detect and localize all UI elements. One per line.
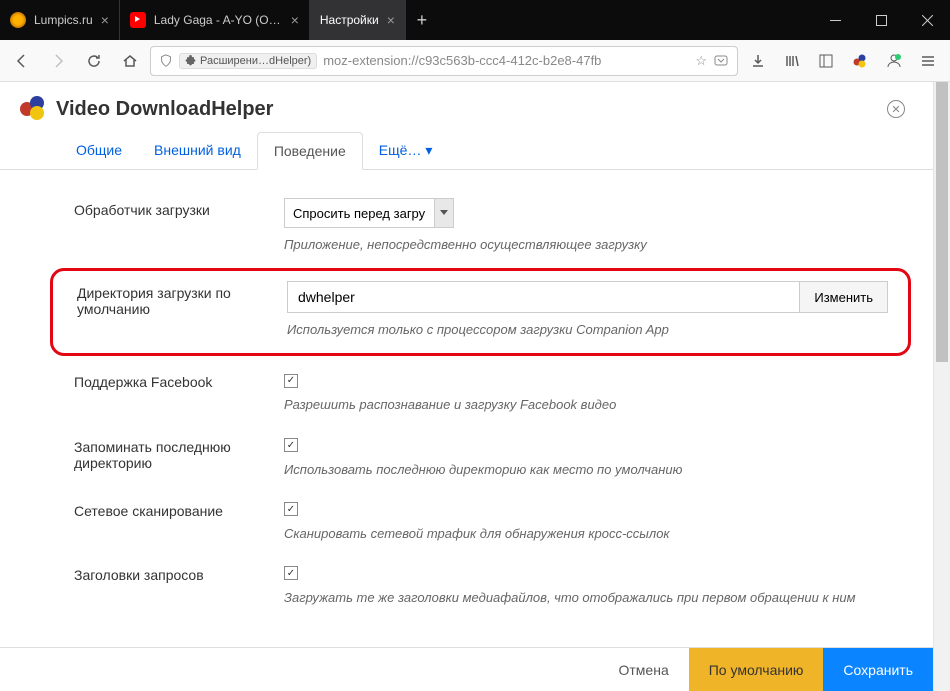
scrollbar[interactable]: [933, 82, 950, 691]
tab-general[interactable]: Общие: [60, 132, 138, 169]
lastdir-help: Использовать последнюю директорию как ме…: [284, 461, 913, 479]
facebook-label: Поддержка Facebook: [74, 370, 264, 390]
page-header: Video DownloadHelper ✕: [0, 82, 933, 132]
toolbar-icons: [742, 45, 944, 77]
menu-icon[interactable]: [912, 45, 944, 77]
directory-input[interactable]: [287, 281, 800, 313]
headers-label: Заголовки запросов: [74, 563, 264, 583]
titlebar: Lumpics.ru × Lady Gaga - A-YO (Official …: [0, 0, 950, 40]
close-icon[interactable]: ×: [387, 12, 395, 28]
bookmark-star-icon[interactable]: ☆: [695, 53, 707, 69]
downloadhelper-icon[interactable]: [844, 45, 876, 77]
chevron-down-icon: ▾: [425, 142, 432, 158]
footer: Отмена По умолчанию Сохранить: [0, 647, 933, 691]
reload-button[interactable]: [78, 45, 110, 77]
navbar: Расширени…dHelper) moz-extension://c93c5…: [0, 40, 950, 82]
change-directory-button[interactable]: Изменить: [800, 281, 888, 313]
pocket-icon[interactable]: [713, 53, 729, 69]
facebook-help: Разрешить распознавание и загрузку Faceb…: [284, 396, 913, 414]
tab-behavior[interactable]: Поведение: [257, 132, 363, 170]
window-controls: [812, 0, 950, 40]
url-bar[interactable]: Расширени…dHelper) moz-extension://c93c5…: [150, 46, 738, 76]
extension-badge: Расширени…dHelper): [179, 53, 317, 69]
close-window-button[interactable]: [904, 0, 950, 40]
sidebar-icon[interactable]: [810, 45, 842, 77]
maximize-button[interactable]: [858, 0, 904, 40]
back-button[interactable]: [6, 45, 38, 77]
netscan-checkbox[interactable]: ✓: [284, 502, 298, 516]
youtube-favicon-icon: [130, 12, 146, 28]
handler-label: Обработчик загрузки: [74, 198, 264, 218]
browser-tabs: Lumpics.ru × Lady Gaga - A-YO (Official …: [0, 0, 812, 40]
home-button[interactable]: [114, 45, 146, 77]
directory-label: Директория загрузки по умолчанию: [77, 281, 267, 317]
tab-label: Lumpics.ru: [34, 13, 93, 27]
directory-help: Используется только с процессором загруз…: [287, 321, 888, 339]
tab-appearance[interactable]: Внешний вид: [138, 132, 257, 169]
extension-badge-text: Расширени…dHelper): [200, 55, 311, 67]
row-facebook: Поддержка Facebook ✓ Разрешить распознав…: [0, 360, 933, 424]
close-settings-button[interactable]: ✕: [887, 100, 905, 118]
tab-settings[interactable]: Настройки ×: [310, 0, 406, 40]
settings-body: Обработчик загрузки Спросить перед загру…: [0, 170, 933, 617]
account-icon[interactable]: [878, 45, 910, 77]
tab-more[interactable]: Ещё…▾: [363, 132, 449, 169]
headers-help: Загружать те же заголовки медиафайлов, ч…: [284, 589, 913, 607]
shield-icon: [159, 54, 173, 68]
page-title: Video DownloadHelper: [56, 98, 273, 121]
lastdir-checkbox[interactable]: ✓: [284, 438, 298, 452]
tab-lumpics[interactable]: Lumpics.ru ×: [0, 0, 120, 40]
netscan-label: Сетевое сканирование: [74, 499, 264, 519]
headers-checkbox[interactable]: ✓: [284, 566, 298, 580]
handler-select[interactable]: Спросить перед загру: [284, 198, 454, 228]
row-headers: Заголовки запросов ✓ Загружать те же заг…: [0, 553, 933, 617]
tab-label: Настройки: [320, 13, 379, 27]
page-content: Video DownloadHelper ✕ Общие Внешний вид…: [0, 82, 933, 691]
save-button[interactable]: Сохранить: [823, 648, 933, 691]
row-handler: Обработчик загрузки Спросить перед загру…: [0, 188, 933, 264]
tab-youtube[interactable]: Lady Gaga - A-YO (Official Au ×: [120, 0, 310, 40]
close-icon[interactable]: ×: [291, 12, 299, 28]
handler-help: Приложение, непосредственно осуществляющ…: [284, 236, 913, 254]
minimize-button[interactable]: [812, 0, 858, 40]
library-icon[interactable]: [776, 45, 808, 77]
row-lastdir: Запоминать последнюю директорию ✓ Исполь…: [0, 425, 933, 489]
row-directory: Директория загрузки по умолчанию Изменит…: [50, 268, 911, 356]
scroll-thumb[interactable]: [936, 82, 948, 362]
url-text: moz-extension://c93c563b-ccc4-412c-b2e8-…: [323, 53, 689, 68]
chevron-down-icon: [440, 210, 448, 215]
netscan-help: Сканировать сетевой трафик для обнаружен…: [284, 525, 913, 543]
puzzle-icon: [185, 55, 196, 66]
new-tab-button[interactable]: +: [406, 0, 438, 40]
downloadhelper-logo-icon: [20, 96, 46, 122]
lumpics-favicon-icon: [10, 12, 26, 28]
default-button[interactable]: По умолчанию: [689, 648, 824, 691]
handler-value: Спросить перед загру: [293, 206, 425, 221]
forward-button[interactable]: [42, 45, 74, 77]
lastdir-label: Запоминать последнюю директорию: [74, 435, 264, 471]
tab-more-label: Ещё…: [379, 142, 422, 158]
cancel-button[interactable]: Отмена: [599, 648, 689, 691]
row-netscan: Сетевое сканирование ✓ Сканировать сетев…: [0, 489, 933, 553]
tab-label: Lady Gaga - A-YO (Official Au: [154, 13, 283, 27]
settings-tabs: Общие Внешний вид Поведение Ещё…▾: [0, 132, 933, 170]
close-icon[interactable]: ×: [101, 12, 109, 28]
facebook-checkbox[interactable]: ✓: [284, 374, 298, 388]
downloads-icon[interactable]: [742, 45, 774, 77]
